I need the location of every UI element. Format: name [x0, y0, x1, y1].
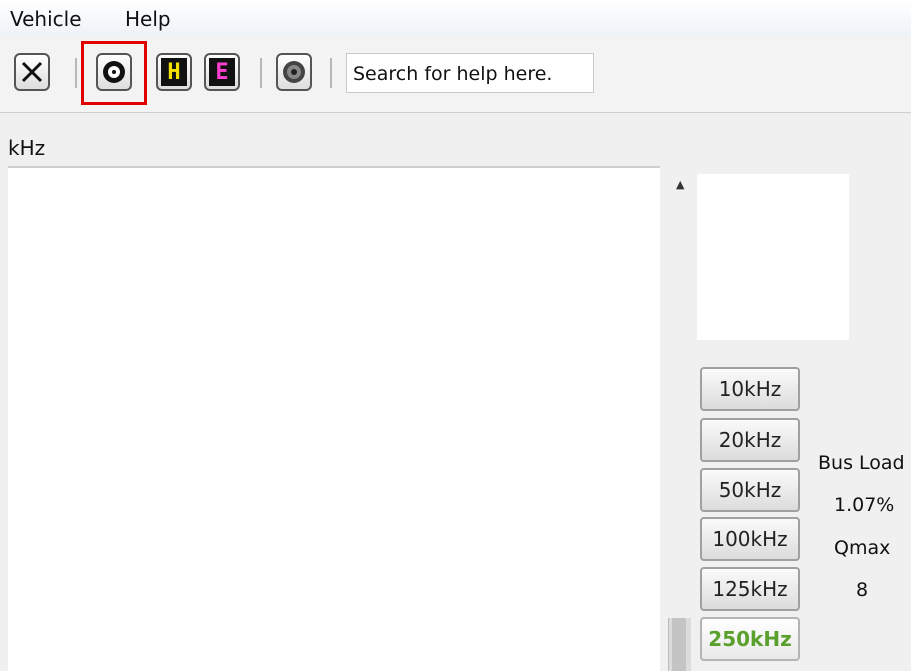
toolbar-separator: [330, 58, 332, 88]
preview-box: [697, 174, 849, 340]
main-content-area: [8, 168, 660, 671]
rate-button-50khz[interactable]: 50kHz: [700, 468, 800, 512]
toolbar: H E Search for help here.: [0, 36, 911, 113]
h-icon: H: [161, 58, 187, 86]
menu-bar: Vehicle Help: [0, 0, 911, 37]
rate-button-125khz[interactable]: 125kHz: [700, 567, 800, 611]
dial-button[interactable]: [276, 53, 312, 91]
e-icon-label: E: [215, 59, 229, 85]
rate-button-20khz[interactable]: 20kHz: [700, 418, 800, 462]
rate-button-250khz[interactable]: 250kHz: [700, 617, 800, 661]
scroll-up-icon[interactable]: ▲: [676, 178, 684, 191]
h-button[interactable]: H: [156, 53, 192, 91]
e-button[interactable]: E: [204, 53, 240, 91]
dial-icon: [283, 61, 305, 83]
connector-icon: [103, 61, 125, 83]
qmax-label: Qmax: [834, 537, 891, 559]
close-icon: [21, 61, 43, 83]
menu-help[interactable]: Help: [125, 7, 171, 31]
search-input[interactable]: Search for help here.: [346, 53, 594, 93]
bus-load-value: 1.07%: [834, 494, 895, 516]
toolbar-separator: [260, 58, 262, 88]
e-icon: E: [209, 58, 235, 86]
h-icon-label: H: [167, 59, 181, 85]
rate-button-10khz[interactable]: 10kHz: [700, 367, 800, 411]
scrollbar-thumb[interactable]: [672, 618, 686, 671]
close-button[interactable]: [14, 53, 50, 91]
toolbar-separator: [75, 58, 77, 88]
connect-button[interactable]: [96, 53, 132, 91]
bus-load-label: Bus Load: [818, 452, 905, 474]
qmax-value: 8: [856, 579, 869, 601]
menu-vehicle[interactable]: Vehicle: [10, 7, 82, 31]
tab-label[interactable]: kHz: [8, 136, 45, 160]
rate-button-100khz[interactable]: 100kHz: [700, 517, 800, 561]
